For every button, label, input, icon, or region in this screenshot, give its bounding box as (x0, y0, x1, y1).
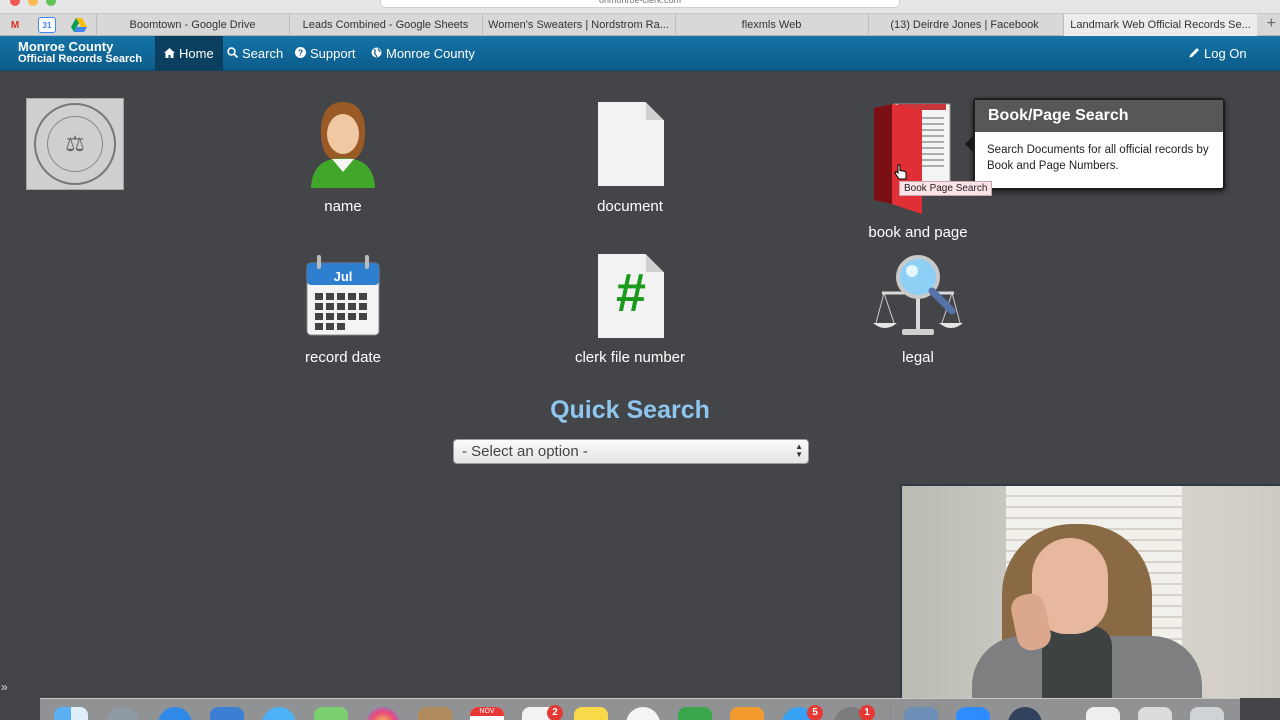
site-navbar: Monroe County Official Records Search Ho… (0, 36, 1280, 71)
tab-facebook[interactable]: (13) Deirdre Jones | Facebook (868, 14, 1060, 36)
preview-dock-icon[interactable] (904, 707, 938, 720)
mail-dock-icon[interactable] (210, 707, 244, 720)
browser-tab-strip: M 31 Boomtown - Google Drive Leads Combi… (0, 14, 1280, 36)
search-tile-document[interactable]: document (570, 100, 690, 215)
home-icon (164, 37, 175, 72)
nav-support[interactable]: ? Support (286, 36, 365, 71)
finder-dock-icon[interactable] (54, 707, 88, 720)
tab-leads-sheets[interactable]: Leads Combined - Google Sheets (289, 14, 481, 36)
numbers-dock-icon[interactable] (678, 707, 712, 720)
document-icon (570, 100, 690, 188)
zoom-dock-icon[interactable] (956, 707, 990, 720)
browser-title-bar: onmonroe-clerk.com (0, 0, 1280, 14)
pencil-icon (1189, 37, 1200, 72)
close-window-icon[interactable] (10, 0, 20, 6)
tile-label-name: name (324, 198, 362, 215)
drive-pinned-tab-icon[interactable] (70, 17, 88, 33)
hover-tooltip: Book Page Search (899, 181, 993, 196)
svg-text:Jul: Jul (334, 269, 353, 284)
select-updown-arrows-icon: ▲ ▼ (795, 442, 803, 459)
hash-glyph: # (615, 263, 647, 323)
brand-subtitle: Official Records Search (18, 53, 143, 65)
search-tile-name[interactable]: name (283, 100, 403, 215)
popover-body: Search Documents for all official record… (987, 144, 1209, 172)
quick-search-heading: Quick Search (550, 396, 710, 424)
tab-google-drive[interactable]: Boomtown - Google Drive (96, 14, 288, 36)
scales-emblem-icon: ⚖ (47, 116, 103, 172)
double-chevron-icon: » (1, 680, 8, 694)
quicktime-dock-icon[interactable] (1008, 707, 1042, 720)
maps-dock-icon[interactable] (314, 707, 348, 720)
tab-landmark-web[interactable]: Landmark Web Official Records Se... (1063, 14, 1257, 36)
zoom-window-icon[interactable] (46, 0, 56, 6)
minimize-window-icon[interactable] (28, 0, 38, 6)
dock-calendar-month: NOV (470, 707, 504, 716)
tile-label-record-date: record date (305, 349, 381, 366)
nav-logon-label: Log On (1204, 46, 1247, 61)
nav-support-label: Support (310, 46, 356, 61)
nav-search[interactable]: Search (218, 36, 292, 71)
pages-dock-icon[interactable] (730, 707, 764, 720)
notes-dock-icon[interactable] (574, 707, 608, 720)
macos-dock: NOV (40, 698, 1240, 720)
messages-dock-icon[interactable] (262, 707, 296, 720)
address-bar[interactable]: onmonroe-clerk.com (380, 0, 900, 8)
tile-label-book-and-page: book and page (868, 224, 968, 241)
brand-county: Monroe County (18, 39, 114, 54)
webcam-overlay (900, 484, 1280, 698)
search-tile-record-date[interactable]: Jul record date (283, 253, 403, 366)
safari-dock-icon[interactable] (158, 707, 192, 720)
quick-search-select[interactable]: - Select an option - ▲ ▼ (453, 439, 809, 464)
person-icon (283, 100, 403, 188)
document-dock-icon[interactable] (1086, 707, 1120, 720)
site-brand[interactable]: Monroe County Official Records Search (18, 39, 143, 65)
photos-dock-icon[interactable] (366, 707, 400, 720)
popover-title: Book/Page Search (975, 100, 1223, 132)
twitter-badge: 5 (807, 705, 823, 720)
settings-badge: 1 (859, 705, 875, 720)
tab-nordstrom[interactable]: Women's Sweaters | Nordstrom Ra... (482, 14, 674, 36)
quick-search-selected-value: - Select an option - (462, 443, 588, 460)
search-tile-legal[interactable]: legal (858, 253, 978, 366)
new-tab-button[interactable]: + (1267, 15, 1276, 33)
book-page-search-popover: Book/Page Search Search Documents for al… (973, 98, 1225, 190)
hash-document-icon: # (555, 253, 705, 339)
search-tile-book-and-page[interactable]: book and page (858, 100, 978, 241)
scales-of-justice-icon (858, 253, 978, 339)
question-circle-icon: ? (295, 37, 306, 72)
nav-log-on[interactable]: Log On (1180, 36, 1256, 71)
book-icon (858, 100, 978, 215)
music-dock-icon[interactable] (626, 707, 660, 720)
county-seal-icon: ⚖ (26, 98, 124, 190)
launchpad-dock-icon[interactable] (106, 707, 140, 720)
tile-label-clerk-file-number: clerk file number (574, 349, 686, 366)
seal-ring: ⚖ (34, 103, 116, 185)
nav-home-label: Home (179, 46, 214, 61)
downloads-dock-icon[interactable] (1138, 707, 1172, 720)
tile-label-legal: legal (902, 349, 934, 366)
contacts-dock-icon[interactable] (418, 707, 452, 720)
nav-monroe-county[interactable]: Monroe County (362, 36, 484, 71)
nav-home[interactable]: Home (155, 36, 223, 71)
tooltip-arrow (965, 136, 973, 152)
dock-separator (890, 700, 891, 720)
globe-icon (371, 37, 382, 72)
reminders-badge: 2 (547, 705, 563, 720)
nav-county-label: Monroe County (386, 46, 475, 61)
nav-search-label: Search (242, 46, 284, 61)
tile-label-document: document (597, 198, 663, 215)
svg-text:?: ? (298, 48, 303, 58)
search-icon (227, 37, 239, 72)
tab-flexmls[interactable]: flexmls Web (675, 14, 867, 36)
trash-dock-icon[interactable] (1190, 707, 1224, 720)
calendar-pinned-tab-icon[interactable]: 31 (38, 17, 56, 33)
gmail-pinned-tab-icon[interactable]: M (6, 17, 24, 33)
search-tile-clerk-file-number[interactable]: # clerk file number (555, 253, 705, 366)
calendar-dock-icon[interactable]: NOV (470, 707, 504, 720)
calendar-icon: Jul (283, 253, 403, 339)
